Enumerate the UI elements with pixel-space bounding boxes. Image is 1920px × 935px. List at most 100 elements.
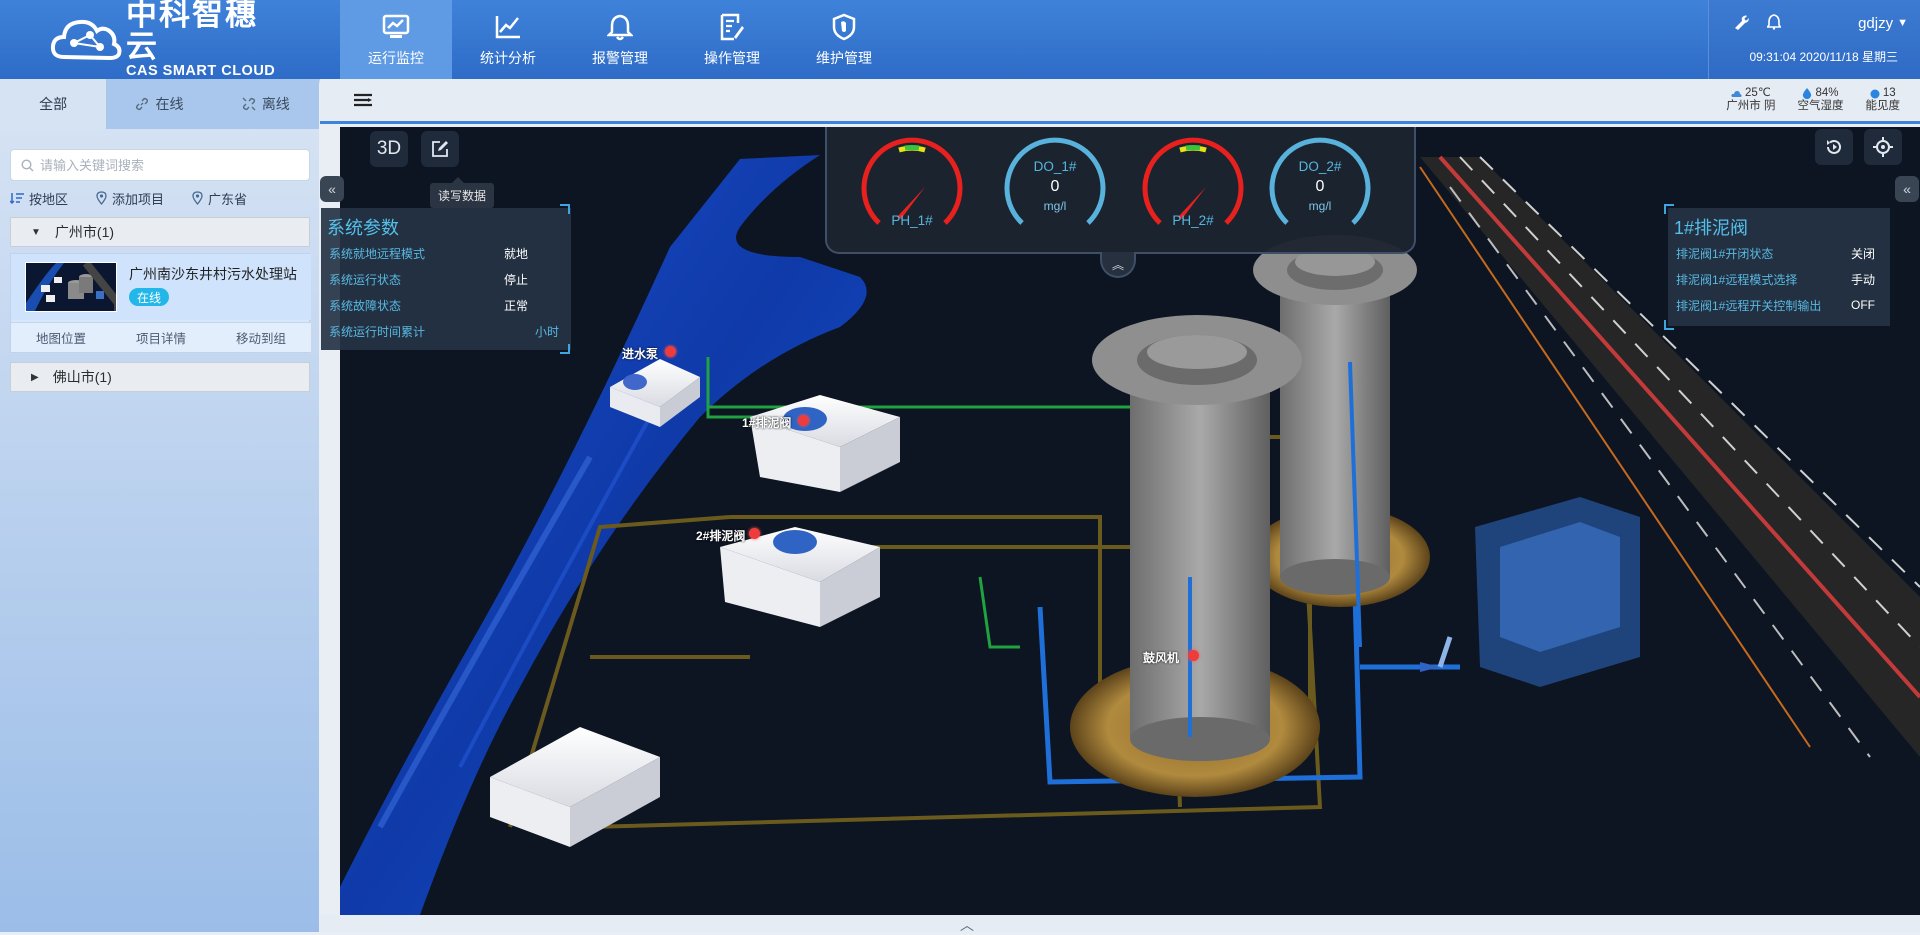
param-row: 排泥阀1#远程开关控制输出 OFF [1668,292,1890,318]
gauge-unit: mg/l [1043,199,1067,213]
nav-item-operation[interactable]: 操作管理 [676,0,788,79]
visibility-value: 13 [1882,87,1896,99]
project-sidebar: 全部 在线 离线 按地区 添加项目 广东省 ▼ 广州市(1) [0,79,319,932]
move-to-group-link[interactable]: 移动到组 [211,323,311,352]
gauge-label: PH_1# [891,213,933,228]
group-label: 佛山市(1) [52,369,112,385]
nav-label: 报警管理 [592,49,648,66]
param-row: 系统运行时间累计 小时 [321,318,571,344]
gauge-ph1: PH_1# [857,135,967,245]
nav-item-statistics[interactable]: 统计分析 [452,0,564,79]
param-value: 停止 [504,272,529,287]
nav-item-maintenance[interactable]: 维护管理 [788,0,900,79]
province-filter[interactable]: 广东省 [192,188,247,208]
param-value: 就地 [504,246,529,261]
logo-en-text: CAS SMART CLOUD [126,63,276,79]
add-project-button[interactable]: 添加项目 [96,188,164,208]
temp-value: 25℃ [1745,87,1771,99]
map-location-link[interactable]: 地图位置 [11,323,111,352]
project-thumbnail [25,262,117,312]
collapse-right-button[interactable]: « [1895,176,1919,202]
location-pin-icon [192,191,203,205]
param-key: 排泥阀1#开闭状态 [1676,246,1774,261]
logo-cn-text: 中科智穗云 [126,0,258,64]
gauge-value: 0 [1050,178,1060,195]
param-value: 正常 [504,298,529,313]
panel-title: 系统参数 [327,218,399,238]
filter-label: 广东省 [208,191,248,207]
system-params-panel: 系统参数 系统就地远程模式 就地 系统运行状态 停止 系统故障状态 正常 系统运行时间… [321,208,571,350]
nav-label: 维护管理 [816,49,872,66]
search-input[interactable] [40,157,309,173]
bell-icon[interactable] [1765,14,1785,32]
weather-widget: 25℃ 广州市 阴 84% 空气湿度 13 能见度 [1704,87,1900,113]
edit-icon [432,141,448,157]
tab-label: 离线 [261,96,290,112]
status-tabs: 全部 在线 离线 [0,79,319,129]
bell-icon [605,12,635,42]
alarm-indicator [1188,650,1199,661]
wrench-icon[interactable] [1733,14,1751,32]
pump-label[interactable]: 进水泵 [622,345,658,362]
weather-visibility: 13 能见度 [1866,87,1901,113]
blower-label[interactable]: 鼓风机 [1143,649,1179,666]
panel-corner [1664,320,1674,330]
valve1-label[interactable]: 1#排泥阀 [742,414,791,431]
weather-temp: 25℃ 广州市 阴 [1726,87,1775,113]
project-card[interactable]: 广州南沙东井村污水处理站 在线 地图位置 项目详情 移动到组 [10,253,311,353]
nav-label: 统计分析 [480,49,536,66]
param-row: 系统就地远程模式 就地 [321,240,571,266]
panel-corner [1664,204,1674,214]
nav-item-monitor[interactable]: 运行监控 [340,0,452,79]
tab-all[interactable]: 全部 [0,79,107,129]
gauge-label: DO_2# [1298,159,1342,174]
double-chevron-left-icon: « [328,181,336,197]
double-chevron-left-icon: « [1903,181,1911,197]
chevron-up-icon[interactable]: ︿ [960,915,974,935]
visibility-label: 能见度 [1865,100,1901,112]
droplet-icon [1803,88,1812,99]
3d-mode-button[interactable]: 3D [370,131,408,167]
gauge-label: PH_2# [1172,213,1214,228]
alarm-indicator [665,346,676,357]
valve2-label[interactable]: 2#排泥阀 [696,527,745,544]
menu-icon[interactable] [354,93,372,109]
alarm-indicator [749,528,760,539]
alarm-indicator [798,415,809,426]
param-value: 手动 [1851,272,1876,287]
chevron-down-icon[interactable]: ▼ [1897,17,1908,29]
group-label: 广州市(1) [54,224,115,240]
main-nav: 运行监控 统计分析 报警管理 操作管理 维护管理 [340,0,900,79]
username[interactable]: gdjzy [1858,15,1893,32]
collapse-left-button[interactable]: « [320,176,344,202]
replay-button[interactable] [1815,129,1853,165]
tab-label: 全部 [39,96,68,112]
param-value: OFF [1851,298,1875,312]
broken-link-icon [242,97,256,111]
sort-by-region-button[interactable]: 按地区 [10,188,68,208]
weather-humidity: 84% 空气湿度 [1798,87,1844,113]
project-details-link[interactable]: 项目详情 [111,323,211,352]
gauge-ph2: PH_2# [1138,135,1248,245]
tab-online[interactable]: 在线 [106,79,213,129]
location-pin-icon [96,191,107,205]
tab-offline[interactable]: 离线 [212,79,319,129]
project-name[interactable]: 广州南沙东井村污水处理站 [129,264,304,284]
edit-data-button[interactable] [421,131,459,167]
param-row: 排泥阀1#远程模式选择 手动 [1668,266,1890,292]
group-guangzhou[interactable]: ▼ 广州市(1) [10,217,310,247]
content-toolbar: 25℃ 广州市 阴 84% 空气湿度 13 能见度 [320,79,1920,124]
gauge-label: DO_1# [1033,159,1077,174]
group-foshan[interactable]: ▶ 佛山市(1) [10,362,310,392]
replay-icon [1827,139,1841,154]
locate-button[interactable] [1864,129,1902,165]
double-chevron-up-icon: ︽ [1111,257,1124,272]
humidity-value: 84% [1815,87,1839,99]
nav-label: 运行监控 [368,49,424,66]
nav-item-alarm[interactable]: 报警管理 [564,0,676,79]
edit-tooltip: 读写数据 [430,177,495,208]
nav-label: 操作管理 [704,49,760,66]
filter-label: 添加项目 [112,191,165,207]
ph-gauge-dial [1142,137,1244,225]
param-value: 小时 [535,324,560,339]
